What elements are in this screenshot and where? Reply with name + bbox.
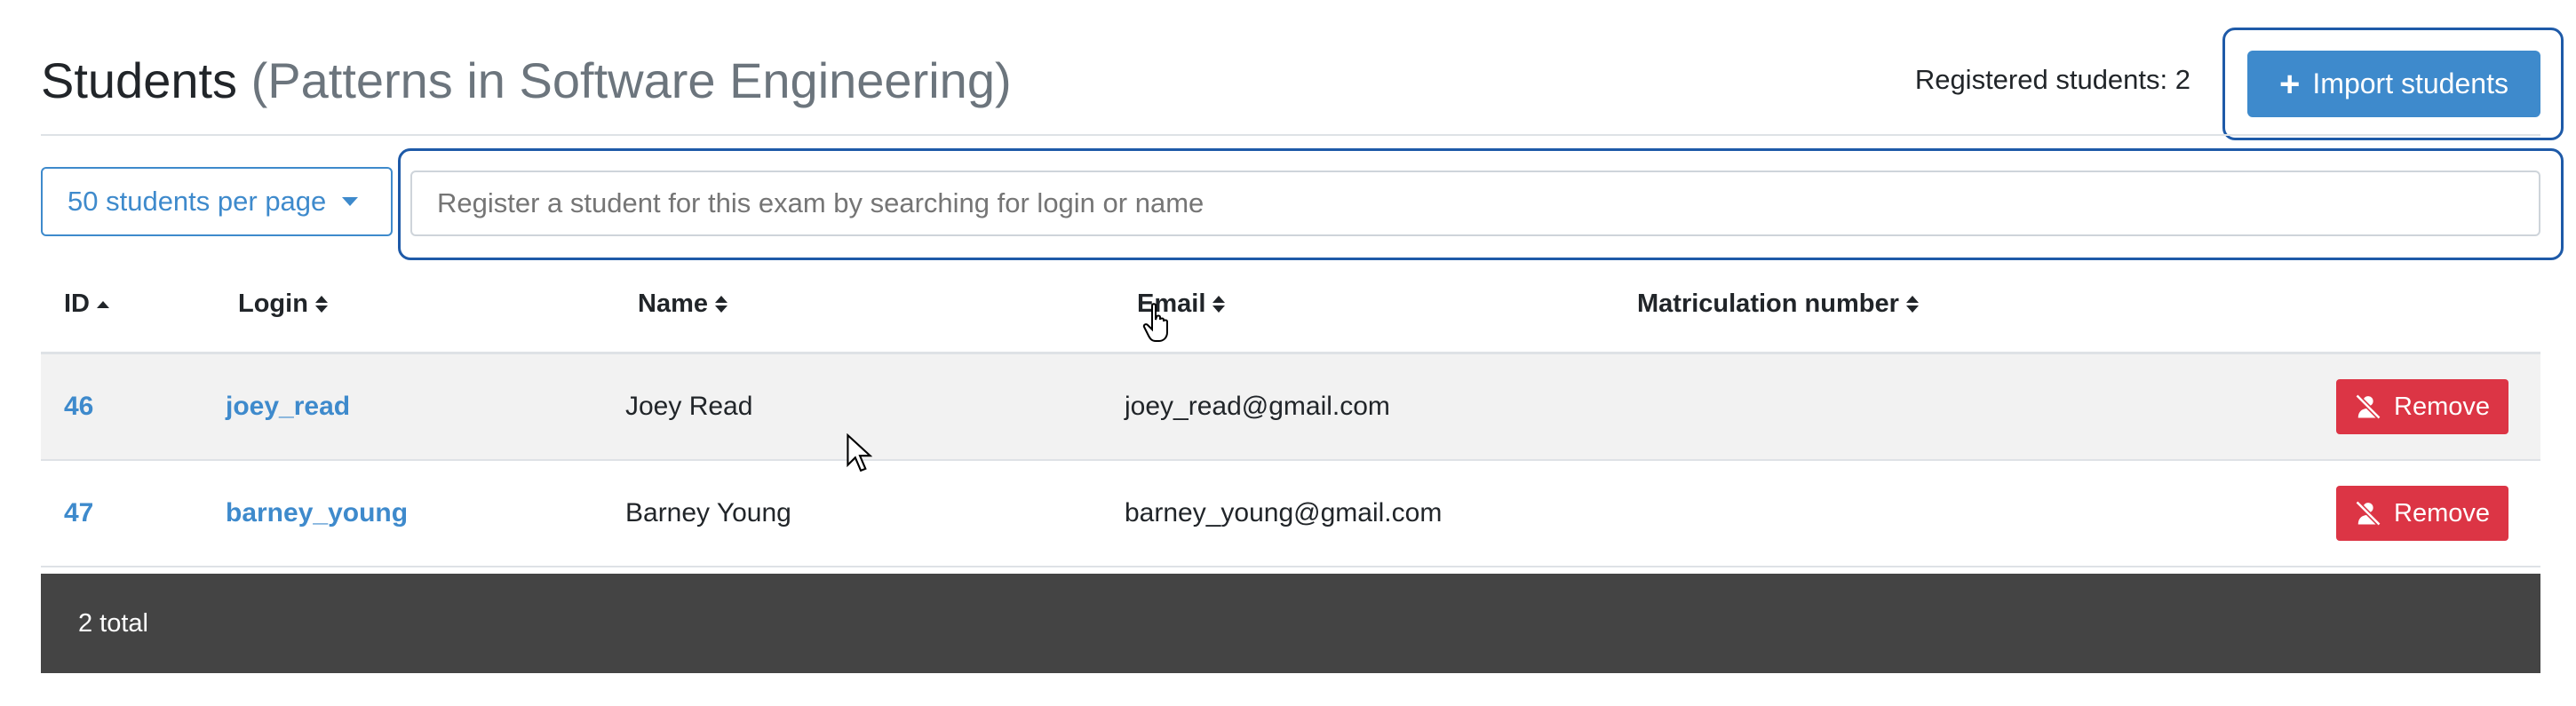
page-title-course: (Patterns in Software Engineering) bbox=[250, 52, 1012, 108]
registered-students-count: Registered students: 2 bbox=[1914, 64, 2190, 95]
sort-icon bbox=[715, 296, 727, 313]
table-row: 46 joey_read Joey Read joey_read@gmail.c… bbox=[41, 354, 2540, 461]
register-student-search-input[interactable] bbox=[410, 171, 2540, 236]
remove-button-label: Remove bbox=[2394, 392, 2490, 421]
student-login-link[interactable]: joey_read bbox=[226, 354, 350, 459]
sort-icon bbox=[1905, 296, 1919, 313]
header-divider bbox=[41, 134, 2540, 136]
hand-pointer-cursor-icon bbox=[1142, 303, 1168, 342]
column-header-id-label: ID bbox=[64, 290, 90, 318]
student-email: barney_young@gmail.com bbox=[1125, 498, 1443, 528]
column-header-id[interactable]: ID bbox=[64, 290, 109, 319]
student-name: Barney Young bbox=[625, 498, 791, 528]
student-email: joey_read@gmail.com bbox=[1125, 392, 1390, 421]
column-header-name[interactable]: Name bbox=[638, 290, 727, 319]
sort-ascending-icon bbox=[97, 300, 109, 308]
column-header-login-label: Login bbox=[238, 290, 308, 318]
table-footer: 2 total bbox=[41, 574, 2540, 673]
sort-icon bbox=[314, 296, 328, 313]
page-title: Students (Patterns in Software Engineeri… bbox=[41, 52, 1012, 109]
total-count: 2 total bbox=[78, 608, 148, 638]
student-login-link[interactable]: barney_young bbox=[226, 461, 408, 566]
table-row: 47 barney_young Barney Young barney_youn… bbox=[41, 461, 2540, 567]
column-header-name-label: Name bbox=[638, 290, 708, 318]
remove-student-button[interactable]: Remove bbox=[2336, 379, 2508, 434]
column-header-matriculation-number[interactable]: Matriculation number bbox=[1637, 290, 1919, 319]
page-title-main: Students bbox=[41, 52, 238, 108]
caret-down-icon bbox=[342, 197, 359, 206]
remove-button-label: Remove bbox=[2394, 498, 2490, 528]
user-slash-icon bbox=[2355, 393, 2381, 420]
import-students-label: Import students bbox=[2312, 67, 2508, 99]
arrow-cursor-icon bbox=[847, 433, 872, 472]
import-students-button[interactable]: + Import students bbox=[2247, 51, 2540, 117]
per-page-label: 50 students per page bbox=[68, 186, 327, 217]
student-name: Joey Read bbox=[625, 392, 753, 421]
plus-icon: + bbox=[2279, 64, 2301, 104]
column-header-login[interactable]: Login bbox=[238, 290, 328, 319]
student-id-link[interactable]: 46 bbox=[64, 354, 93, 459]
column-header-matriculation-label: Matriculation number bbox=[1637, 290, 1899, 318]
per-page-dropdown[interactable]: 50 students per page bbox=[41, 167, 393, 236]
sort-icon bbox=[1212, 296, 1226, 313]
user-slash-icon bbox=[2355, 500, 2381, 527]
student-id-link[interactable]: 47 bbox=[64, 461, 93, 566]
remove-student-button[interactable]: Remove bbox=[2336, 486, 2508, 541]
